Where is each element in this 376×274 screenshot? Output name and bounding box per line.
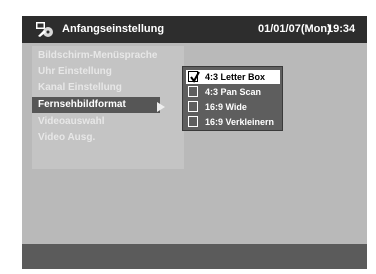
checkbox[interactable] bbox=[188, 86, 198, 97]
menu-item-video-select[interactable]: Videoauswahl bbox=[32, 114, 184, 130]
setup-screen: Anfangseinstellung 01/01/07(Mon) 19:34 B… bbox=[22, 16, 367, 269]
option-label: 16:9 Wide bbox=[205, 102, 247, 112]
checkmark-icon bbox=[190, 71, 200, 83]
checkbox[interactable] bbox=[188, 101, 198, 112]
option-label: 4:3 Letter Box bbox=[205, 72, 266, 82]
title-bar: Anfangseinstellung 01/01/07(Mon) 19:34 bbox=[22, 16, 367, 43]
option-squeeze[interactable]: 16:9 Verkleinern bbox=[186, 115, 280, 129]
option-letter-box[interactable]: 4:3 Letter Box bbox=[186, 70, 280, 84]
checkbox[interactable] bbox=[188, 116, 198, 127]
time-display: 19:34 bbox=[327, 23, 356, 35]
status-bar bbox=[22, 244, 367, 269]
option-wide[interactable]: 16:9 Wide bbox=[186, 100, 280, 114]
option-pan-scan[interactable]: 4:3 Pan Scan bbox=[186, 85, 280, 99]
aspect-submenu: 4:3 Letter Box 4:3 Pan Scan 16:9 Wide 16… bbox=[182, 66, 283, 131]
menu-item-tv-aspect[interactable]: Fernsehbildformat bbox=[32, 97, 160, 113]
triangle-right-icon bbox=[157, 102, 165, 112]
date-display: 01/01/07(Mon) bbox=[258, 23, 331, 35]
option-label: 4:3 Pan Scan bbox=[205, 87, 262, 97]
checkbox[interactable] bbox=[188, 71, 200, 83]
menu-item-video-output[interactable]: Video Ausg. bbox=[32, 130, 184, 146]
option-label: 16:9 Verkleinern bbox=[205, 117, 275, 127]
menu-item-osd-language[interactable]: Bildschirm-Menüsprache bbox=[32, 48, 184, 64]
page-title: Anfangseinstellung bbox=[62, 23, 165, 35]
menu-item-clock-setting[interactable]: Uhr Einstellung bbox=[32, 64, 184, 80]
menu-item-channel-setting[interactable]: Kanal Einstellung bbox=[32, 80, 184, 96]
setup-disc-icon bbox=[36, 22, 53, 37]
